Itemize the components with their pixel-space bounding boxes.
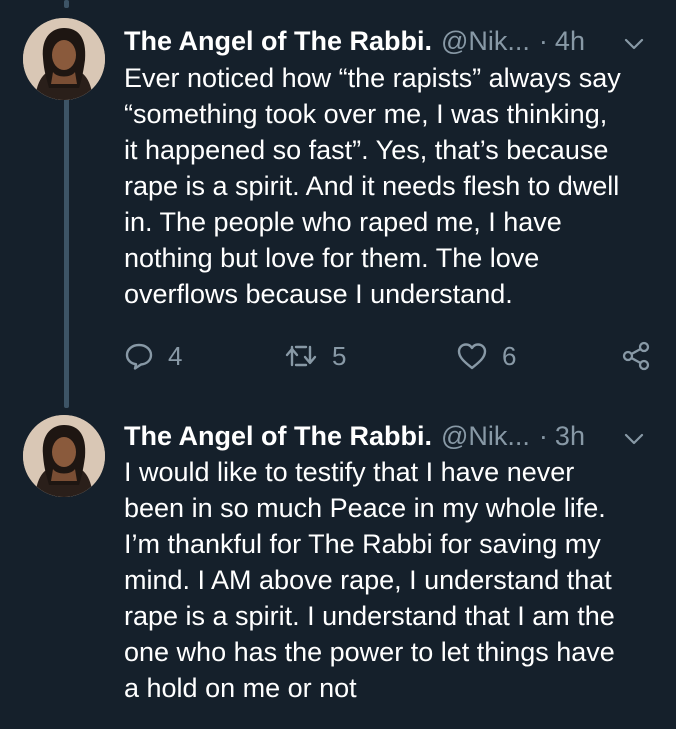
heart-icon [456,341,488,371]
like-count: 6 [502,340,517,371]
tweet[interactable]: The Angel of The Rabbi. @Nik... · 4h Eve… [0,0,676,405]
avatar[interactable] [23,18,105,100]
retweet-icon [284,341,318,371]
display-name[interactable]: The Angel of The Rabbi. [124,24,432,58]
tweet-header: The Angel of The Rabbi. @Nik... · 3h [124,419,646,453]
share-icon [620,340,652,372]
separator-dot: · [538,26,548,56]
share-button[interactable] [620,336,652,376]
reply-count: 4 [168,340,183,371]
tweet[interactable]: The Angel of The Rabbi. @Nik... · 3h I w… [0,405,676,729]
timestamp[interactable]: 3h [555,419,585,453]
timestamp[interactable]: 4h [555,24,585,58]
retweet-count: 5 [332,340,347,371]
avatar[interactable] [23,415,105,497]
user-handle[interactable]: @Nik... [441,419,530,453]
tweet-text: Ever noticed how “the rapists” always sa… [124,63,621,309]
chevron-down-icon[interactable] [622,30,646,54]
chevron-down-icon[interactable] [622,425,646,449]
like-button[interactable]: 6 [456,336,516,376]
tweet-header: The Angel of The Rabbi. @Nik... · 4h [124,24,646,58]
reply-button[interactable]: 4 [124,336,182,376]
tweet-text: I would like to testify that I have neve… [124,457,615,703]
reply-icon [124,341,154,371]
user-handle[interactable]: @Nik... [441,24,530,58]
display-name[interactable]: The Angel of The Rabbi. [124,419,432,453]
separator-dot: · [538,421,548,451]
tweet-actions: 4 5 6 [124,336,654,376]
retweet-button[interactable]: 5 [284,336,346,376]
